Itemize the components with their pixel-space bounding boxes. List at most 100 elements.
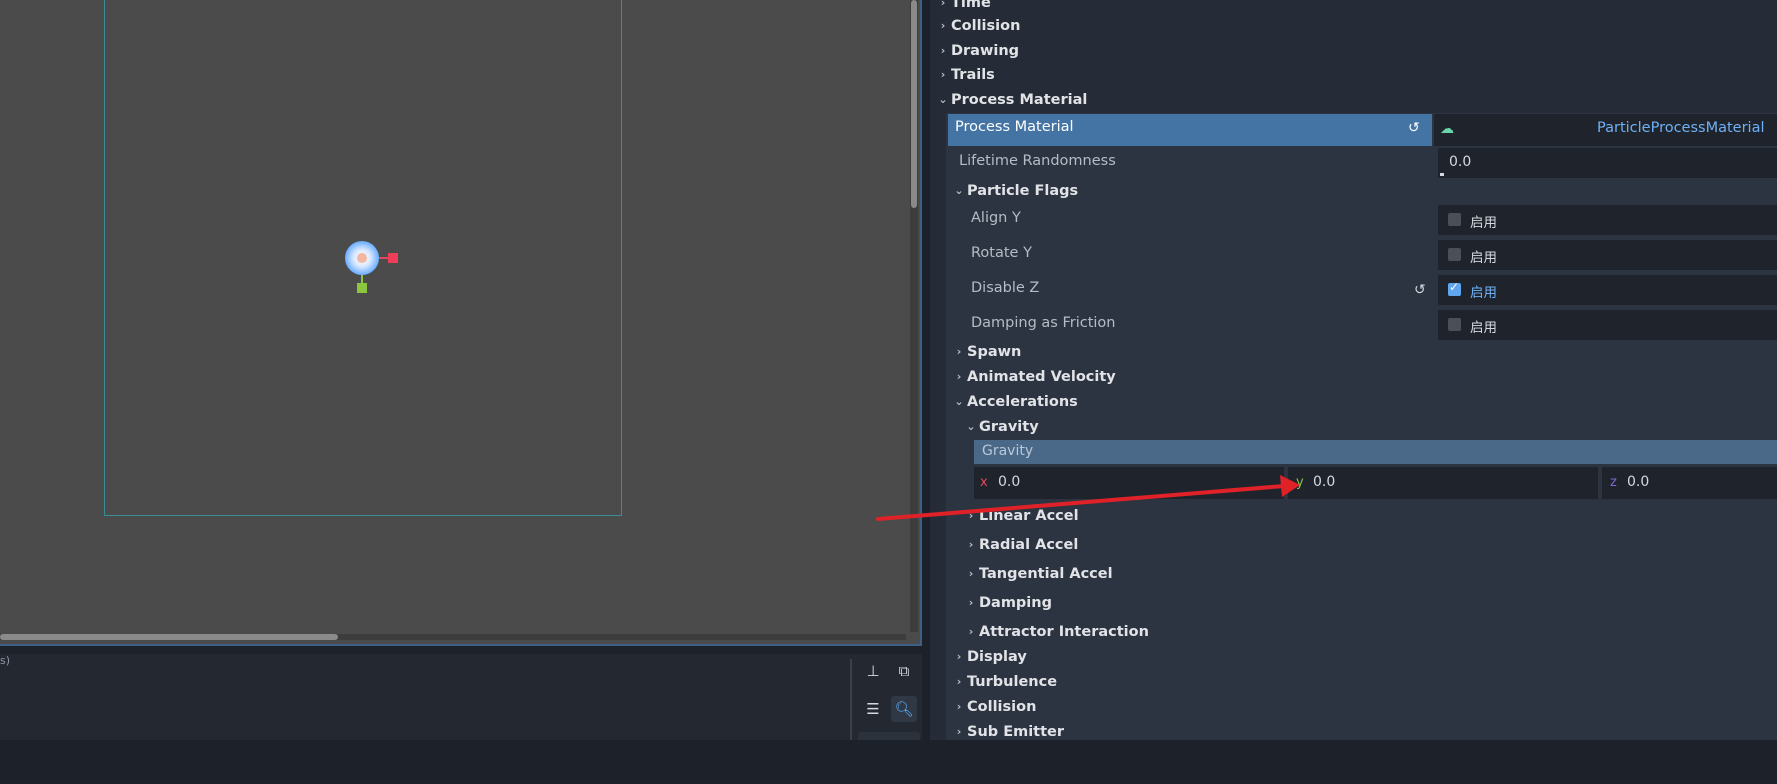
gravity-y-value: 0.0 [1313, 474, 1336, 490]
chevron-right-icon: › [968, 596, 974, 609]
category-label: Attractor Interaction [979, 623, 1149, 640]
damping-as-friction-enable-label: 启用 [1470, 320, 1497, 336]
chevron-right-icon: › [940, 19, 946, 32]
broom-icon: ⊥ [866, 662, 880, 680]
gravity-y-axis-label: y [1296, 475, 1304, 490]
chevron-right-icon: › [968, 567, 974, 580]
category-label: Tangential Accel [979, 565, 1113, 582]
damping-as-friction-label: Damping as Friction [971, 315, 1116, 331]
category-label: Drawing [951, 42, 1020, 59]
category-drawing[interactable]: › Drawing [937, 38, 1019, 63]
category-label: Sub Emitter [967, 723, 1065, 740]
category-linear-accel[interactable]: › Linear Accel [965, 503, 1079, 528]
category-label: Radial Accel [979, 536, 1079, 553]
disable-z-checkbox[interactable] [1448, 280, 1461, 296]
output-log-text: s) [0, 654, 11, 667]
gravity-x-field[interactable] [974, 467, 1284, 499]
lifetime-randomness-value: 0.0 [1449, 154, 1472, 170]
vertical-scrollbar-thumb[interactable] [911, 0, 917, 208]
category-accelerations[interactable]: ⌄ Accelerations [953, 389, 1078, 414]
resource-name: ParticleProcessMaterial [1597, 120, 1765, 136]
chevron-down-icon: ⌄ [966, 420, 976, 433]
x-axis-handle[interactable] [388, 253, 398, 263]
particle-center [357, 253, 367, 263]
output-scrollbar[interactable] [850, 659, 852, 740]
chevron-right-icon: › [968, 538, 974, 551]
chevron-right-icon: › [956, 675, 962, 688]
category-sub-emitter[interactable]: › Sub Emitter [953, 719, 1064, 744]
category-label: Animated Velocity [967, 368, 1116, 385]
category-gravity[interactable]: ⌄ Gravity [965, 414, 1039, 439]
rotate-y-checkbox[interactable] [1448, 248, 1461, 261]
category-label: Linear Accel [979, 507, 1079, 524]
chevron-right-icon: › [968, 509, 974, 522]
chevron-right-icon: › [940, 68, 946, 81]
lifetime-randomness-label: Lifetime Randomness [959, 153, 1116, 169]
chevron-right-icon: › [968, 625, 974, 638]
category-turbulence[interactable]: › Turbulence [953, 669, 1057, 694]
process-material-label: Process Material [955, 119, 1074, 135]
category-label: Gravity [979, 418, 1039, 435]
category-trails[interactable]: › Trails [937, 62, 995, 87]
horizontal-scrollbar-thumb[interactable] [0, 634, 338, 640]
align-y-label: Align Y [971, 210, 1021, 226]
category-display[interactable]: › Display [953, 644, 1027, 669]
category-label: Collision [951, 17, 1021, 34]
chevron-down-icon: ⌄ [954, 184, 964, 197]
chevron-right-icon: › [940, 0, 946, 9]
gravity-z-axis-label: z [1610, 475, 1617, 490]
category-spawn[interactable]: › Spawn [953, 339, 1022, 364]
damping-as-friction-checkbox[interactable] [1448, 318, 1461, 331]
output-toolbar-button-partial[interactable] [858, 732, 920, 740]
align-y-enable-label: 启用 [1470, 215, 1497, 231]
category-label: Spawn [967, 343, 1022, 360]
category-label: Particle Flags [967, 182, 1079, 199]
particle-material-icon: ☁ [1440, 121, 1454, 137]
chevron-right-icon: › [940, 44, 946, 57]
category-label: Process Material [951, 91, 1088, 108]
rotate-y-label: Rotate Y [971, 245, 1032, 261]
filter-messages-button[interactable]: 🔍︎ [891, 696, 917, 722]
collapse-icon: ☰ [866, 700, 880, 718]
chevron-right-icon: › [956, 725, 962, 738]
category-collision-pm[interactable]: › Collision [953, 694, 1037, 719]
category-label: Collision [967, 698, 1037, 715]
category-particle-flags[interactable]: ⌄ Particle Flags [953, 178, 1078, 203]
lifetime-randomness-field[interactable] [1438, 148, 1777, 178]
chevron-down-icon: ⌄ [954, 395, 964, 408]
copy-output-button[interactable]: ⧉ [891, 658, 917, 684]
category-radial-accel[interactable]: › Radial Accel [965, 532, 1079, 557]
gravity-z-value: 0.0 [1627, 474, 1650, 490]
gravity-property-label: Gravity [982, 443, 1034, 459]
canvas-viewport[interactable] [0, 0, 922, 646]
category-damping[interactable]: › Damping [965, 590, 1052, 615]
chevron-right-icon: › [956, 700, 962, 713]
disable-z-enable-label: 启用 [1470, 285, 1497, 301]
copy-icon: ⧉ [898, 662, 910, 680]
category-attractor-interaction[interactable]: › Attractor Interaction [965, 619, 1149, 644]
reset-icon[interactable]: ↺ [1408, 120, 1420, 136]
category-label: Trails [951, 66, 995, 83]
category-collision[interactable]: › Collision [937, 13, 1021, 38]
slider-grabber[interactable] [1440, 173, 1444, 176]
category-label: Accelerations [967, 393, 1078, 410]
collapse-messages-button[interactable]: ☰ [860, 696, 886, 722]
y-axis-handle[interactable] [357, 283, 367, 293]
gravity-property-row[interactable] [974, 440, 1777, 464]
chevron-right-icon: › [956, 345, 962, 358]
category-label: Time [951, 0, 991, 11]
gravity-x-value: 0.0 [998, 474, 1021, 490]
category-tangential-accel[interactable]: › Tangential Accel [965, 561, 1113, 586]
panel-splitter[interactable] [922, 0, 930, 740]
particle-sprite[interactable] [345, 241, 379, 275]
rotate-y-enable-label: 启用 [1470, 250, 1497, 266]
category-label: Damping [979, 594, 1052, 611]
reset-icon[interactable]: ↺ [1414, 282, 1426, 298]
category-process-material[interactable]: ⌄ Process Material [937, 87, 1087, 112]
chevron-down-icon: ⌄ [938, 93, 948, 106]
clear-output-button[interactable]: ⊥ [860, 658, 886, 684]
align-y-checkbox[interactable] [1448, 213, 1461, 226]
category-animated-velocity[interactable]: › Animated Velocity [953, 364, 1116, 389]
chevron-right-icon: › [956, 370, 962, 383]
gravity-x-axis-label: x [980, 475, 988, 490]
